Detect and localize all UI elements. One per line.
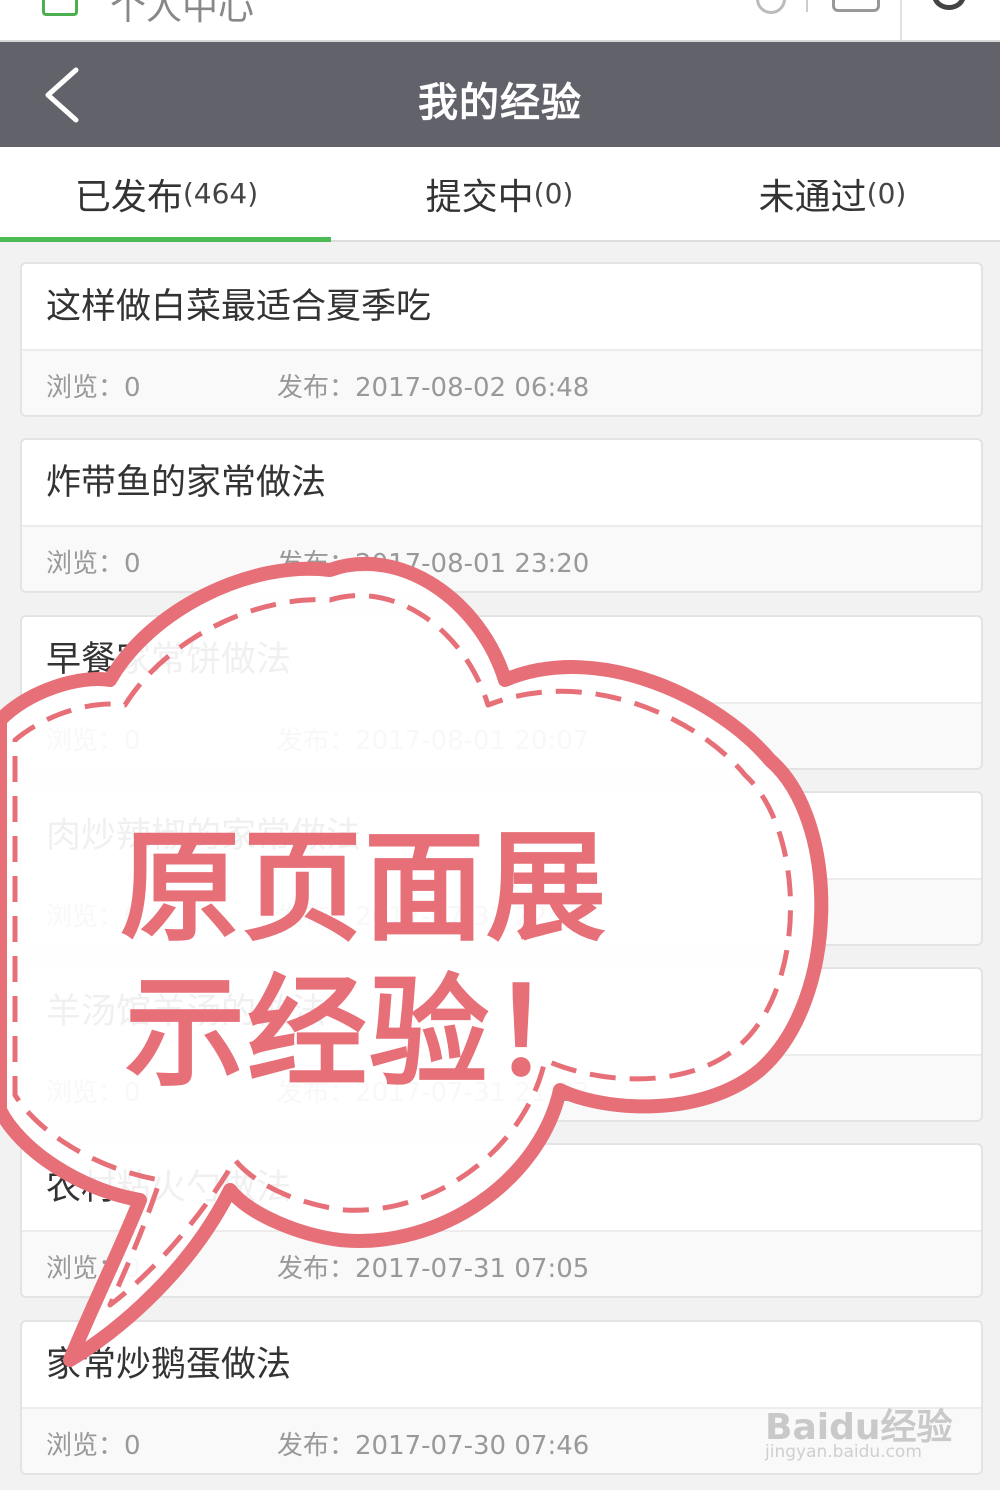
item-views: 浏览：0	[46, 549, 141, 579]
tab-label: 提交中	[425, 176, 534, 218]
baidu-watermark: Baidu经验 jingyan.baidu.com	[765, 1380, 955, 1470]
item-title: 羊汤馆羊汤的做法	[46, 992, 327, 1032]
item-views: 浏览：0	[46, 1254, 141, 1284]
item-title: 家常炒鹅蛋做法	[46, 1345, 292, 1385]
tab-count: (464)	[182, 177, 259, 210]
item-title: 炸带鱼的家常做法	[46, 463, 327, 503]
item-views: 浏览：0	[46, 1078, 141, 1108]
topbar-divider	[900, 0, 902, 40]
item-meta: 浏览：0 发布：2017-07-31 21:13	[22, 1056, 981, 1120]
tab-bar: 已发布 (464) 提交中 (0) 未通过 (0)	[0, 147, 1000, 242]
tab-label: 未通过	[758, 176, 867, 218]
tab-submitting[interactable]: 提交中 (0)	[333, 147, 666, 240]
item-date: 发布：2017-08-01 20:07	[277, 726, 590, 756]
tab-published[interactable]: 已发布 (464)	[0, 147, 333, 242]
tab-rejected[interactable]: 未通过 (0)	[666, 147, 999, 240]
item-meta: 浏览：0 发布：2017-07-31 07:05	[22, 1232, 981, 1296]
page-header: 我的经验	[0, 42, 1000, 147]
item-title: 这样做白菜最适合夏季吃	[46, 287, 432, 327]
item-date: 发布：2017-07-31 21:13	[277, 1078, 590, 1108]
item-views: 浏览：0	[46, 726, 141, 756]
page-title: 我的经验	[418, 80, 582, 126]
item-views: 浏览：0	[46, 1431, 141, 1461]
list-item[interactable]: 早餐家常饼做法 浏览：0 发布：2017-08-01 20:07	[20, 615, 983, 770]
item-meta: 浏览：0 发布：2017-08-01 20:07	[22, 704, 981, 768]
refresh-icon[interactable]	[932, 0, 966, 10]
item-meta: 浏览：0 发布：2017-08-02 06:48	[22, 351, 981, 415]
item-title: 肉炒辣椒的家常做法	[46, 816, 362, 856]
list-item[interactable]: 肉炒辣椒的家常做法 浏览：0 发布：2017-07-31 22:53	[20, 791, 983, 946]
topbar-separator	[806, 0, 808, 12]
watermark-url: jingyan.baidu.com	[765, 1442, 922, 1462]
item-title: 早餐家常饼做法	[46, 640, 292, 680]
item-date: 发布：2017-08-02 06:48	[277, 373, 590, 403]
item-title: 农村粘火勺做法	[46, 1168, 292, 1208]
item-views: 浏览：0	[46, 373, 141, 403]
camera-icon[interactable]	[832, 0, 880, 12]
list-item[interactable]: 羊汤馆羊汤的做法 浏览：0 发布：2017-07-31 21:13	[20, 967, 983, 1122]
item-meta: 浏览：0 发布：2017-07-31 22:53	[22, 880, 981, 944]
item-date: 发布：2017-07-31 07:05	[277, 1254, 590, 1284]
item-date: 发布：2017-08-01 23:20	[277, 549, 590, 579]
browser-top-bar: 个人中心	[0, 0, 1000, 42]
item-date: 发布：2017-07-30 07:46	[277, 1431, 590, 1461]
microphone-icon[interactable]	[756, 0, 786, 14]
item-meta: 浏览：0 发布：2017-08-01 23:20	[22, 527, 981, 591]
list-item[interactable]: 这样做白菜最适合夏季吃 浏览：0 发布：2017-08-02 06:48	[20, 262, 983, 417]
app-logo-icon	[42, 0, 78, 16]
tab-count: (0)	[866, 177, 907, 210]
list-item[interactable]: 农村粘火勺做法 浏览：0 发布：2017-07-31 07:05	[20, 1143, 983, 1298]
item-date: 发布：2017-07-31 22:53	[277, 902, 590, 932]
item-views: 浏览：0	[46, 902, 141, 932]
tab-count: (0)	[533, 177, 574, 210]
topbar-title: 个人中心	[110, 0, 255, 28]
tab-label: 已发布	[74, 176, 183, 218]
list-item[interactable]: 炸带鱼的家常做法 浏览：0 发布：2017-08-01 23:20	[20, 438, 983, 593]
